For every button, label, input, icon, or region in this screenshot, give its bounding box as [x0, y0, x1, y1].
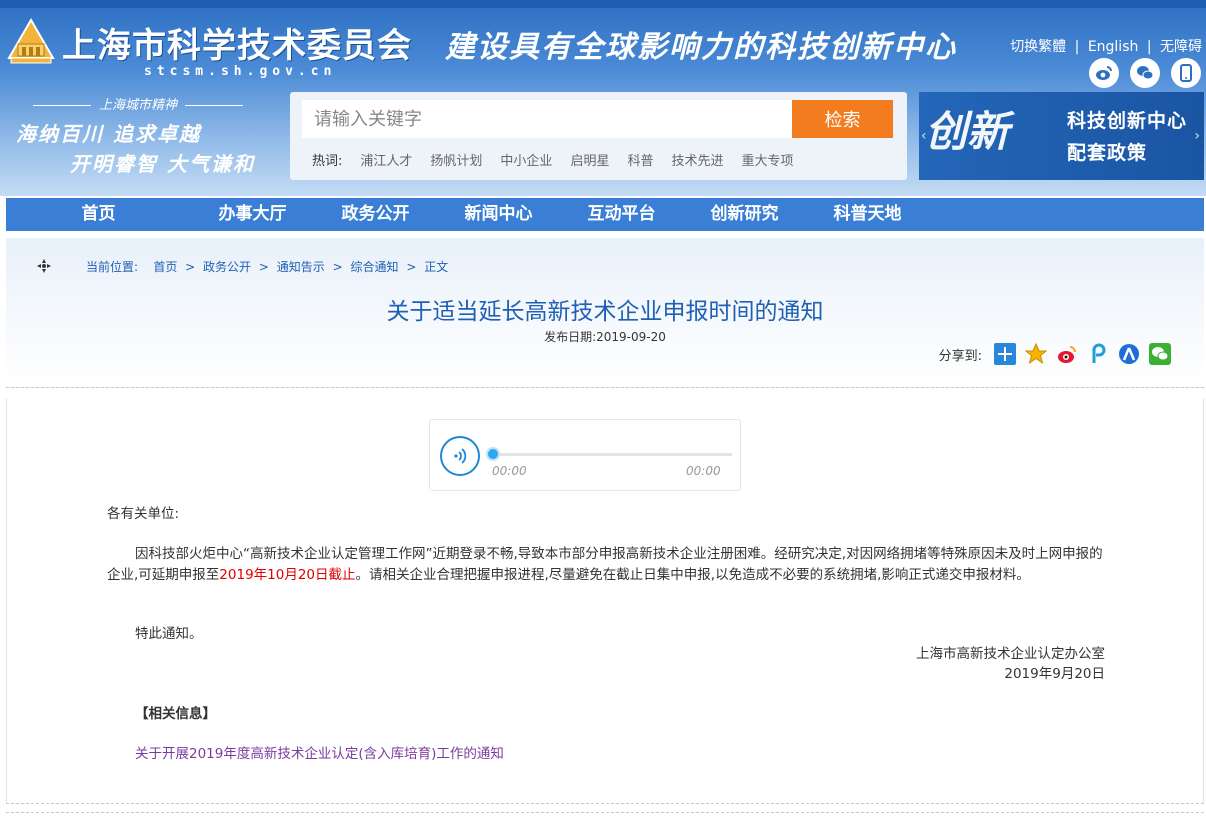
banner-art-text: 创新	[925, 107, 1010, 156]
share-more-icon[interactable]	[993, 342, 1017, 366]
nav-interaction[interactable]: 互动平台	[560, 198, 683, 231]
mobile-icon	[1180, 64, 1192, 82]
hot-word-link[interactable]: 扬帆计划	[430, 150, 482, 169]
nav-service-hall[interactable]: 办事大厅	[191, 198, 314, 231]
spirit-motto-line1: 海纳百川 追求卓越	[16, 122, 201, 146]
closing-line: 特此通知。	[135, 626, 203, 642]
audio-duration: 00:00	[686, 464, 721, 478]
share-label: 分享到:	[938, 348, 982, 364]
site-header: 上海市科学技术委员会 stcsm.sh.gov.cn 建设具有全球影响力的科技创…	[0, 0, 1206, 196]
audio-player: 00:00 00:00	[429, 419, 741, 491]
nav-home[interactable]: 首页	[6, 198, 191, 231]
main-navigation: 首页 办事大厅 政务公开 新闻中心 互动平台 创新研究 科普天地	[6, 198, 1204, 231]
share-wechat-icon[interactable]	[1148, 342, 1172, 366]
nav-science-popularization[interactable]: 科普天地	[806, 198, 929, 231]
audio-progress-track[interactable]	[492, 453, 732, 456]
lang-link-accessibility[interactable]: 无障碍	[1160, 39, 1202, 55]
breadcrumb-notices[interactable]: 通知告示	[277, 260, 325, 274]
hot-word-link[interactable]: 技术先进	[671, 150, 723, 169]
deadline-highlight: 2019年10月20日截止	[219, 567, 356, 583]
wechat-button[interactable]	[1130, 58, 1160, 88]
search-panel: 检索 热词: 浦江人才 扬帆计划 中小企业 启明星 科普 技术先进 重大专项	[290, 92, 907, 180]
breadcrumb-separator: >	[258, 260, 269, 274]
lang-separator: |	[1146, 39, 1152, 55]
audio-current-time: 00:00	[492, 464, 527, 478]
nav-innovation-research[interactable]: 创新研究	[683, 198, 806, 231]
site-title[interactable]: 上海市科学技术委员会	[62, 18, 412, 67]
greeting: 各有关单位:	[107, 506, 180, 522]
breadcrumb-current[interactable]: 正文	[424, 260, 448, 274]
breadcrumb-home[interactable]: 首页	[153, 260, 177, 274]
share-renren-icon[interactable]	[1117, 342, 1141, 366]
related-article-link[interactable]: 关于开展2019年度高新技术企业认定(含入库培育)工作的通知	[135, 744, 504, 765]
lang-link-english[interactable]: English	[1088, 39, 1139, 55]
hot-words-label: 热词:	[312, 154, 343, 169]
signoff-date: 2019年9月20日	[1004, 666, 1105, 682]
related-info-heading: 【相关信息】	[135, 706, 216, 722]
site-url: stcsm.sh.gov.cn	[144, 64, 337, 79]
nav-gov-affairs[interactable]: 政务公开	[314, 198, 437, 231]
wechat-icon	[1137, 66, 1154, 80]
innovation-banner[interactable]: ‹ 创新 科技创新中心 配套政策 ›	[919, 92, 1204, 180]
lang-separator: |	[1074, 39, 1080, 55]
breadcrumb-separator: >	[406, 260, 417, 274]
search-input[interactable]	[302, 100, 794, 138]
breadcrumb-separator: >	[332, 260, 343, 274]
share-bar: 分享到:	[939, 342, 1172, 366]
location-icon	[37, 259, 51, 273]
breadcrumb-general-notices[interactable]: 综合通知	[351, 260, 399, 274]
share-favorite-icon[interactable]	[1024, 342, 1048, 366]
hot-word-link[interactable]: 中小企业	[500, 150, 552, 169]
banner-subtitle: 配套政策	[1067, 142, 1148, 164]
article-header: 当前位置: 首页 > 政务公开 > 通知告示 > 综合通知 > 正文 关于适当延…	[6, 238, 1204, 388]
footer-divider	[6, 812, 1204, 828]
hot-word-link[interactable]: 科普	[627, 150, 653, 169]
share-pengyou-icon[interactable]	[1086, 342, 1110, 366]
hot-word-link[interactable]: 重大专项	[741, 150, 793, 169]
banner-next-icon[interactable]: ›	[1194, 128, 1200, 144]
breadcrumb: 当前位置: 首页 > 政务公开 > 通知告示 > 综合通知 > 正文	[86, 258, 448, 275]
hot-word-link[interactable]: 启明星	[570, 150, 609, 169]
audio-progress-handle[interactable]	[488, 449, 498, 459]
article-title: 关于适当延长高新技术企业申报时间的通知	[386, 299, 824, 325]
signoff-organization: 上海市高新技术企业认定办公室	[916, 646, 1105, 662]
language-links: 切换繁體 | English | 无障碍	[1010, 36, 1202, 56]
mobile-button[interactable]	[1171, 58, 1201, 88]
breadcrumb-gov-affairs[interactable]: 政务公开	[203, 260, 251, 274]
search-button[interactable]: 检索	[792, 100, 893, 138]
weibo-icon	[1096, 66, 1112, 80]
article-body: 00:00 00:00 各有关单位: 因科技部火炬中心“高新技术企业认定管理工作…	[6, 398, 1204, 804]
weibo-button[interactable]	[1089, 58, 1119, 88]
stcsm-logo-icon[interactable]	[6, 18, 56, 66]
body-paragraph: 因科技部火炬中心“高新技术企业认定管理工作网”近期登录不畅,导致本市部分申报高新…	[107, 544, 1107, 586]
spirit-label: 上海城市精神	[8, 94, 268, 113]
header-top-strip	[0, 0, 1206, 8]
site-slogan: 建设具有全球影响力的科技创新中心	[445, 30, 957, 65]
body-text-part2: 。请相关企业合理把握申报进程,尽量避免在截止日集中申报,以免造成不必要的系统拥堵…	[355, 567, 1030, 583]
breadcrumb-label: 当前位置:	[86, 260, 139, 274]
lang-link-traditional[interactable]: 切换繁體	[1010, 39, 1066, 55]
hot-word-link[interactable]: 浦江人才	[360, 150, 412, 169]
speaker-icon	[454, 448, 467, 464]
spirit-motto-line2: 开明睿智 大气谦和	[70, 152, 255, 176]
banner-title: 科技创新中心	[1067, 110, 1188, 132]
share-weibo-icon[interactable]	[1055, 342, 1079, 366]
breadcrumb-separator: >	[185, 260, 196, 274]
hot-words: 热词: 浦江人才 扬帆计划 中小企业 启明星 科普 技术先进 重大专项	[312, 150, 812, 169]
nav-news[interactable]: 新闻中心	[437, 198, 560, 231]
audio-play-button[interactable]	[440, 436, 480, 476]
